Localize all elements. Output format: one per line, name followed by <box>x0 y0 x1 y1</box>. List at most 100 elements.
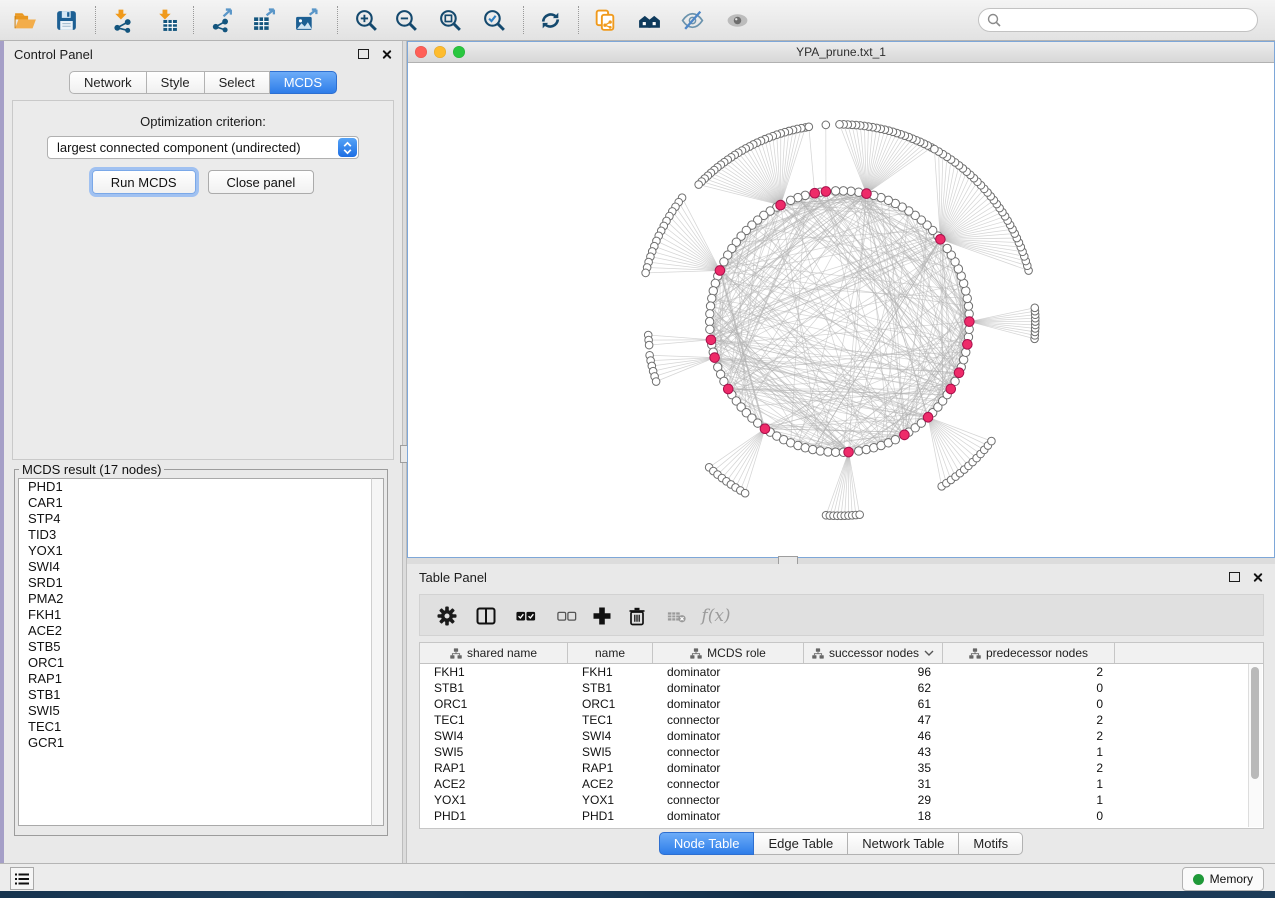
list-item[interactable]: ACE2 <box>19 623 383 639</box>
memory-label: Memory <box>1210 872 1253 886</box>
table-cell: 35 <box>804 760 943 776</box>
network-window-titlebar[interactable]: YPA_prune.txt_1 <box>408 42 1274 63</box>
list-item[interactable]: STP4 <box>19 511 383 527</box>
zoom-selected-button[interactable] <box>481 7 507 33</box>
delete-table-button[interactable] <box>666 605 688 627</box>
zoom-fit-button[interactable] <box>437 7 463 33</box>
list-item[interactable]: TID3 <box>19 527 383 543</box>
scrollbar-thumb[interactable] <box>1251 667 1259 779</box>
tab-network-table[interactable]: Network Table <box>848 832 959 855</box>
table-row[interactable]: FKH1FKH1dominator962 <box>420 664 1263 680</box>
table-cell: 1 <box>943 744 1115 760</box>
tab-network[interactable]: Network <box>69 71 147 94</box>
app-window: Control Panel NetworkStyleSelectMCDS Opt… <box>0 0 1275 891</box>
gear-button[interactable] <box>436 605 458 627</box>
tab-node-table[interactable]: Node Table <box>659 832 755 855</box>
tab-style[interactable]: Style <box>147 71 205 94</box>
search-box <box>978 8 1258 32</box>
desktop-background: Control Panel NetworkStyleSelectMCDS Opt… <box>0 0 1275 898</box>
list-item[interactable]: STB5 <box>19 639 383 655</box>
toolbar-separator <box>523 6 524 34</box>
refresh-icon <box>538 8 563 33</box>
table-row[interactable]: ORC1ORC1dominator610 <box>420 696 1263 712</box>
select-all-button[interactable] <box>515 605 537 627</box>
list-item[interactable]: TEC1 <box>19 719 383 735</box>
hide-details-button[interactable] <box>679 7 705 33</box>
list-scrollbar[interactable] <box>371 478 384 826</box>
zoom-out-button[interactable] <box>393 7 419 33</box>
list-item[interactable]: ORC1 <box>19 655 383 671</box>
table-cell: 2 <box>943 664 1115 680</box>
eye-icon <box>725 8 750 33</box>
export-image-button[interactable] <box>293 7 319 33</box>
column-header-name[interactable]: name <box>568 643 653 663</box>
table-cell: 0 <box>943 696 1115 712</box>
table-row[interactable]: STB1STB1dominator620 <box>420 680 1263 696</box>
list-item[interactable]: PMA2 <box>19 591 383 607</box>
delete-column-button[interactable] <box>626 605 648 627</box>
table-row[interactable]: SWI5SWI5connector431 <box>420 744 1263 760</box>
table-tabs: Node TableEdge TableNetwork TableMotifs <box>407 832 1275 855</box>
import-network-button[interactable] <box>109 7 135 33</box>
column-header-MCDS-role[interactable]: MCDS role <box>653 643 804 663</box>
close-panel-icon[interactable] <box>381 49 392 60</box>
column-header-predecessor-nodes[interactable]: predecessor nodes <box>943 643 1115 663</box>
network-graph[interactable] <box>408 63 1274 557</box>
add-column-button[interactable] <box>591 605 613 627</box>
table-row[interactable]: SWI4SWI4dominator462 <box>420 728 1263 744</box>
export-network-button[interactable] <box>209 7 235 33</box>
columns-button[interactable] <box>475 605 497 627</box>
refresh-layout-button[interactable] <box>537 7 563 33</box>
list-item[interactable]: STB1 <box>19 687 383 703</box>
table-row[interactable]: TEC1TEC1connector472 <box>420 712 1263 728</box>
tab-mcds[interactable]: MCDS <box>270 71 337 94</box>
memory-button[interactable]: Memory <box>1182 867 1264 891</box>
tab-edge-table[interactable]: Edge Table <box>754 832 848 855</box>
table-cell: RAP1 <box>568 760 653 776</box>
list-item[interactable]: SRD1 <box>19 575 383 591</box>
table-row[interactable]: PHD1PHD1dominator180 <box>420 808 1263 824</box>
import-table-button[interactable] <box>153 7 179 33</box>
float-panel-icon[interactable] <box>1229 572 1240 582</box>
table-cell: 0 <box>943 680 1115 696</box>
export-table-button[interactable] <box>251 7 277 33</box>
tab-select[interactable]: Select <box>205 71 270 94</box>
open-file-button[interactable] <box>12 7 38 33</box>
list-item[interactable]: SWI4 <box>19 559 383 575</box>
columns-icon <box>476 606 496 626</box>
close-panel-icon[interactable] <box>1252 572 1263 583</box>
network-canvas[interactable] <box>408 63 1274 557</box>
list-item[interactable]: PHD1 <box>19 479 383 495</box>
zoom-in-button[interactable] <box>353 7 379 33</box>
table-row[interactable]: ACE2ACE2connector311 <box>420 776 1263 792</box>
list-item[interactable]: RAP1 <box>19 671 383 687</box>
column-header-shared-name[interactable]: shared name <box>420 643 568 663</box>
close-panel-button[interactable]: Close panel <box>208 170 315 194</box>
list-item[interactable]: YOX1 <box>19 543 383 559</box>
table-row[interactable]: YOX1YOX1connector291 <box>420 792 1263 808</box>
plus-icon <box>592 606 612 626</box>
table-scrollbar[interactable] <box>1248 664 1262 827</box>
task-history-button[interactable] <box>10 867 34 890</box>
network-share-file-button[interactable] <box>592 7 618 33</box>
list-item[interactable]: FKH1 <box>19 607 383 623</box>
float-panel-icon[interactable] <box>358 49 369 59</box>
criterion-dropdown[interactable]: largest connected component (undirected) <box>47 136 359 159</box>
table-cell: dominator <box>653 728 804 744</box>
list-item[interactable]: SWI5 <box>19 703 383 719</box>
list-item[interactable]: CAR1 <box>19 495 383 511</box>
show-details-button[interactable] <box>724 7 750 33</box>
deselect-all-button[interactable] <box>556 605 578 627</box>
home-networks-button[interactable] <box>636 7 662 33</box>
function-builder-button[interactable]: f(x) <box>700 605 732 627</box>
table-row[interactable]: RAP1RAP1dominator352 <box>420 760 1263 776</box>
save-session-button[interactable] <box>53 7 79 33</box>
column-header-successor-nodes[interactable]: successor nodes <box>804 643 943 663</box>
control-panel-tabs: NetworkStyleSelectMCDS <box>4 71 402 94</box>
list-item[interactable]: GCR1 <box>19 735 383 751</box>
table-cell: 47 <box>804 712 943 728</box>
tab-motifs[interactable]: Motifs <box>959 832 1023 855</box>
table-cell: STB1 <box>568 680 653 696</box>
run-mcds-button[interactable]: Run MCDS <box>92 170 196 194</box>
search-input[interactable] <box>1001 13 1257 28</box>
